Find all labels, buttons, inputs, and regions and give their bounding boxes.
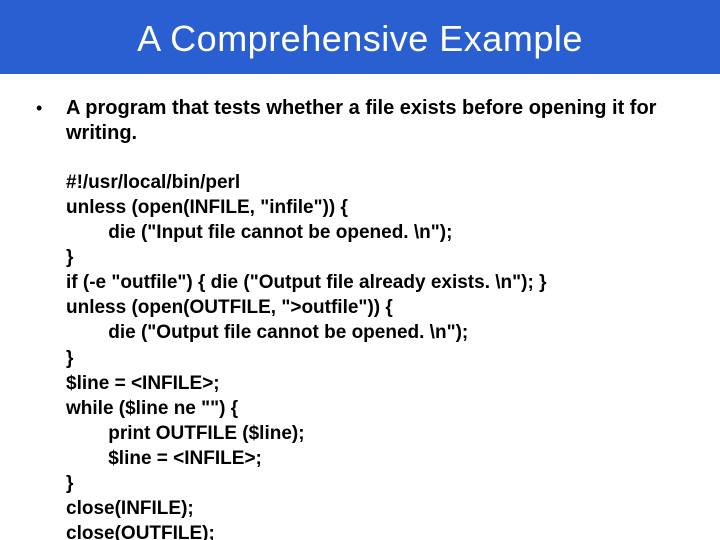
slide-title: A Comprehensive Example [137,18,583,59]
title-band: A Comprehensive Example [0,0,720,74]
slide: A Comprehensive Example • A program that… [0,0,720,540]
code-example: #!/usr/local/bin/perl unless (open(INFIL… [66,170,684,540]
bullet-text: A program that tests whether a file exis… [66,96,684,146]
slide-body: • A program that tests whether a file ex… [0,74,720,540]
bullet-row: • A program that tests whether a file ex… [36,96,684,146]
bullet-icon: • [36,96,66,120]
